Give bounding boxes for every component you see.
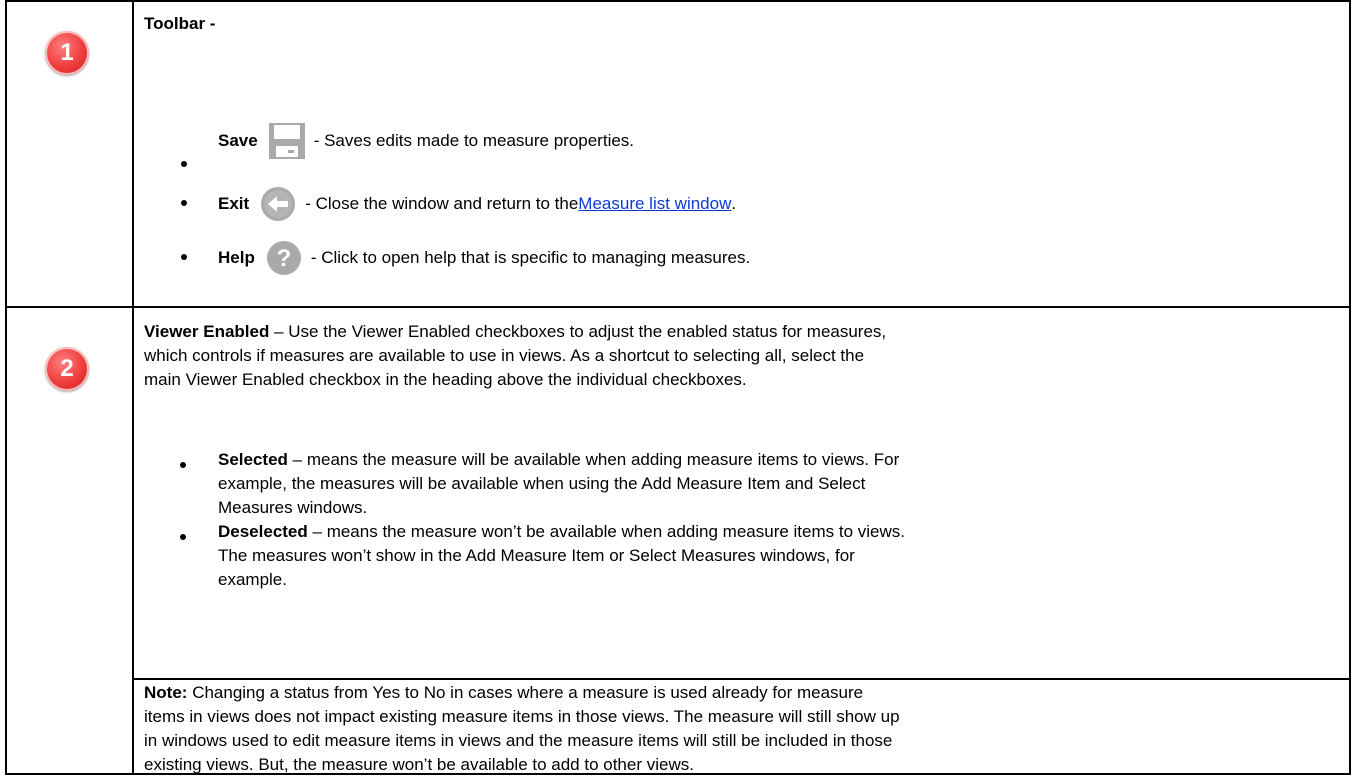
note-line-1: Changing a status from Yes to No in case…: [192, 683, 864, 702]
note-divider: [134, 678, 1349, 680]
toolbar-row: 1 Toolbar - Save - Saves edits made to m…: [7, 2, 1349, 308]
viewer-enabled-title: Viewer Enabled: [144, 322, 270, 341]
deselected-line-2: The measures won’t show in the Add Measu…: [218, 546, 855, 565]
intro-line-2: which controls if measures are available…: [144, 346, 865, 365]
help-label: Help: [218, 248, 255, 267]
bullet-help: [181, 254, 187, 260]
note-label: Note:: [144, 683, 188, 702]
deselected-item: Deselected – means the measure won’t be …: [218, 520, 1338, 592]
save-label: Save: [218, 131, 258, 150]
exit-item: Exit - Close the window and return to th…: [218, 180, 736, 228]
intro-line-3: main Viewer Enabled checkbox in the head…: [144, 370, 747, 389]
step-2-badge-icon: 2: [45, 347, 89, 391]
selected-line-3: Measures windows.: [218, 498, 368, 517]
bullet-selected: [180, 462, 186, 468]
exit-description-before: - Close the window and return to the: [305, 194, 579, 213]
help-question-icon[interactable]: ?: [265, 239, 303, 277]
toolbar-title: Toolbar -: [144, 14, 216, 33]
note-section: Note: Changing a status from Yes to No i…: [7, 678, 1349, 774]
note-line-3: in windows used to edit measure items in…: [144, 731, 893, 750]
help-item: Help ? - Click to open help that is spec…: [218, 234, 750, 282]
selected-item: Selected – means the measure will be ava…: [218, 448, 1338, 520]
exit-back-arrow-icon[interactable]: [259, 185, 297, 223]
document-table: 1 Toolbar - Save - Saves edits made to m…: [5, 0, 1351, 775]
save-item: Save - Saves edits made to measure prope…: [218, 117, 634, 165]
exit-description-after: .: [731, 194, 737, 213]
save-description: - Saves edits made to measure properties…: [313, 131, 635, 150]
exit-label: Exit: [218, 194, 250, 213]
selected-label: Selected: [218, 450, 288, 469]
save-icon[interactable]: [268, 122, 306, 160]
toolbar-content: Toolbar - Save - Saves edits made to mea…: [144, 2, 1344, 302]
help-description: - Click to open help that is specific to…: [310, 248, 751, 267]
note-line-4: existing views. But, the measure won’t b…: [144, 755, 694, 774]
selected-line-2: example, the measures will be available …: [218, 474, 866, 493]
measure-list-window-link[interactable]: Measure list window: [578, 194, 731, 214]
intro-line-1: – Use the Viewer Enabled checkboxes to a…: [274, 322, 887, 341]
deselected-line-3: example.: [218, 570, 287, 589]
svg-text:?: ?: [277, 245, 292, 272]
deselected-label: Deselected: [218, 522, 308, 541]
bullet-save: [181, 161, 187, 167]
bullet-deselected: [180, 534, 186, 540]
note-text: Note: Changing a status from Yes to No i…: [144, 681, 1344, 777]
deselected-line-1: – means the measure won’t be available w…: [312, 522, 906, 541]
note-line-2: items in views does not impact existing …: [144, 707, 900, 726]
step-1-badge-icon: 1: [45, 31, 89, 75]
viewer-enabled-row: 2 Viewer Enabled – Use the Viewer Enable…: [7, 308, 1349, 774]
bullet-exit: [181, 200, 187, 206]
selected-line-1: – means the measure will be available wh…: [292, 450, 900, 469]
viewer-enabled-intro: Viewer Enabled – Use the Viewer Enabled …: [144, 320, 1344, 392]
